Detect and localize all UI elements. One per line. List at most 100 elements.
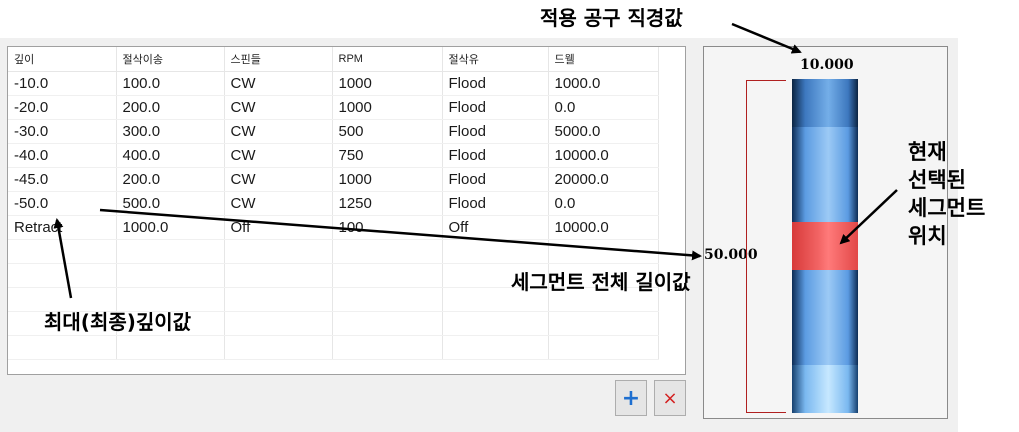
cell-feed[interactable]: 300.0	[116, 119, 225, 144]
annotation-line: 현재	[908, 140, 947, 164]
empty-cell	[8, 239, 117, 264]
cell-depth[interactable]: -50.0	[8, 191, 117, 216]
tool-segment[interactable]	[792, 174, 858, 223]
empty-cell	[224, 239, 333, 264]
cell-coolant[interactable]: Flood	[442, 191, 549, 216]
table-row[interactable]: -20.0 200.0 CW 1000 Flood 0.0	[8, 95, 659, 120]
empty-row	[8, 335, 659, 360]
empty-cell	[442, 311, 549, 336]
cell-dwell[interactable]: 0.0	[548, 191, 659, 216]
empty-cell	[332, 311, 443, 336]
column-header-depth[interactable]: 깊이	[8, 47, 117, 72]
cell-depth[interactable]: -10.0	[8, 71, 117, 96]
table-row[interactable]: -10.0 100.0 CW 1000 Flood 1000.0	[8, 71, 659, 96]
empty-row	[8, 239, 659, 264]
annotation-line: 위치	[908, 224, 947, 248]
plus-icon: +	[621, 385, 641, 411]
table-row[interactable]: -30.0 300.0 CW 500 Flood 5000.0	[8, 119, 659, 144]
cell-coolant[interactable]: Off	[442, 215, 549, 240]
empty-cell	[548, 239, 659, 264]
cell-depth[interactable]: -40.0	[8, 143, 117, 168]
table-row[interactable]: -50.0 500.0 CW 1250 Flood 0.0	[8, 191, 659, 216]
cell-spindle[interactable]: CW	[224, 143, 333, 168]
cell-feed[interactable]: 1000.0	[116, 215, 225, 240]
empty-cell	[332, 287, 443, 312]
cell-spindle[interactable]: CW	[224, 119, 333, 144]
cell-dwell[interactable]: 20000.0	[548, 167, 659, 192]
empty-cell	[8, 335, 117, 360]
tool-segment[interactable]	[792, 269, 858, 319]
cell-rpm[interactable]: 500	[332, 119, 443, 144]
cell-feed[interactable]: 500.0	[116, 191, 225, 216]
cell-rpm[interactable]: 100	[332, 215, 443, 240]
cell-feed[interactable]: 200.0	[116, 95, 225, 120]
cell-feed[interactable]: 100.0	[116, 71, 225, 96]
column-header-coolant[interactable]: 절삭유	[442, 47, 549, 72]
empty-cell	[548, 335, 659, 360]
table-row[interactable]: -40.0 400.0 CW 750 Flood 10000.0	[8, 143, 659, 168]
empty-cell	[116, 335, 225, 360]
cell-depth[interactable]: -20.0	[8, 95, 117, 120]
annotation-max-depth: 최대(최종)깊이값	[44, 310, 192, 334]
cell-feed[interactable]: 200.0	[116, 167, 225, 192]
cell-spindle[interactable]: CW	[224, 71, 333, 96]
cell-coolant[interactable]: Flood	[442, 167, 549, 192]
table-row[interactable]: Retract 1000.0 Off 100 Off 10000.0	[8, 215, 659, 240]
empty-cell	[116, 287, 225, 312]
tool-segment[interactable]	[792, 365, 858, 414]
tool-segment-selected[interactable]	[792, 222, 858, 271]
empty-cell	[224, 311, 333, 336]
annotation-line: 선택된	[908, 168, 966, 192]
cell-dwell[interactable]: 10000.0	[548, 143, 659, 168]
cell-depth[interactable]: Retract	[8, 215, 117, 240]
cell-dwell[interactable]: 5000.0	[548, 119, 659, 144]
cell-coolant[interactable]: Flood	[442, 71, 549, 96]
cell-rpm[interactable]: 1000	[332, 167, 443, 192]
empty-cell	[332, 239, 443, 264]
annotation-tool-diameter: 적용 공구 직경값	[540, 6, 683, 30]
cell-dwell[interactable]: 1000.0	[548, 71, 659, 96]
cell-spindle[interactable]: CW	[224, 191, 333, 216]
column-header-rpm[interactable]: RPM	[332, 47, 443, 72]
annotation-line: 세그먼트	[908, 196, 986, 220]
annotation-selected-segment: 현재 선택된 세그먼트 위치	[908, 138, 985, 250]
tool-visual	[792, 79, 858, 414]
column-header-feed[interactable]: 절삭이송	[116, 47, 225, 72]
table-header-row: 깊이 절삭이송 스핀들 RPM 절삭유 드웰	[8, 47, 659, 72]
cell-rpm[interactable]: 1000	[332, 71, 443, 96]
cell-depth[interactable]: -45.0	[8, 167, 117, 192]
empty-cell	[548, 311, 659, 336]
empty-cell	[224, 287, 333, 312]
table-row[interactable]: -45.0 200.0 CW 1000 Flood 20000.0	[8, 167, 659, 192]
cell-dwell[interactable]: 0.0	[548, 95, 659, 120]
empty-cell	[224, 263, 333, 288]
tool-segment[interactable]	[792, 79, 858, 128]
length-bracket	[746, 80, 786, 413]
cell-spindle[interactable]: Off	[224, 215, 333, 240]
empty-cell	[8, 263, 117, 288]
column-header-dwell[interactable]: 드웰	[548, 47, 659, 72]
tool-segment[interactable]	[792, 126, 858, 175]
tool-segment[interactable]	[792, 317, 858, 366]
delete-segment-button[interactable]: ×	[654, 380, 686, 416]
cell-spindle[interactable]: CW	[224, 167, 333, 192]
cell-rpm[interactable]: 750	[332, 143, 443, 168]
add-segment-button[interactable]: +	[615, 380, 647, 416]
column-header-spindle[interactable]: 스핀들	[224, 47, 333, 72]
cell-depth[interactable]: -30.0	[8, 119, 117, 144]
cell-dwell[interactable]: 10000.0	[548, 215, 659, 240]
empty-cell	[8, 287, 117, 312]
cell-coolant[interactable]: Flood	[442, 143, 549, 168]
cell-rpm[interactable]: 1250	[332, 191, 443, 216]
annotation-total-depth: 세그먼트 전체 길이값	[511, 270, 691, 294]
empty-cell	[442, 335, 549, 360]
cell-spindle[interactable]: CW	[224, 95, 333, 120]
cell-coolant[interactable]: Flood	[442, 95, 549, 120]
empty-cell	[224, 335, 333, 360]
empty-cell	[116, 239, 225, 264]
close-icon: ×	[662, 387, 678, 409]
cell-coolant[interactable]: Flood	[442, 119, 549, 144]
cell-feed[interactable]: 400.0	[116, 143, 225, 168]
cell-rpm[interactable]: 1000	[332, 95, 443, 120]
empty-cell	[116, 263, 225, 288]
